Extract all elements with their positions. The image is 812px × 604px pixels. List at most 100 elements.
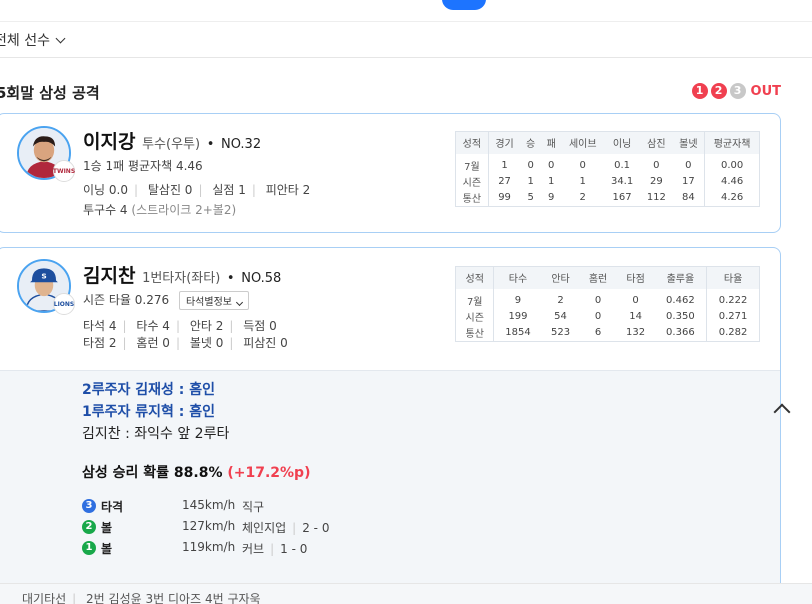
table-cell: 2 <box>557 294 564 306</box>
pitch-type: 커브 <box>242 542 265 556</box>
batter-season-avg: 시즌 타율 0.276 <box>83 293 170 307</box>
pitcher-name-line: 이지강 투수(우투) • NO.32 <box>83 131 262 153</box>
table-row: 시즌 199 54 0 14 0.350 0.271 <box>456 307 760 325</box>
table-cell: 0 <box>594 294 602 306</box>
table-cell: 4.46 <box>704 172 760 190</box>
pitch-type-line: 체인지업 | 2 - 0 <box>242 521 330 535</box>
chevron-down-icon <box>55 33 66 43</box>
table-cell: 1 <box>548 175 555 187</box>
table-cell: 0.00 <box>704 153 760 173</box>
inning-tab-bar <box>0 0 812 22</box>
table-header: 패 <box>540 131 562 154</box>
player-filter-label: 전체 선수 <box>0 33 50 49</box>
win-probability-delta: (+17.2%p) <box>227 465 311 481</box>
batter-game-line-1: 타석 4 | 타수 4 | 안타 2 | 득점 0 <box>83 319 277 333</box>
out-label: OUT <box>750 83 781 99</box>
pitcher-pitch-count: 투구수 4 (스트라이크 2+볼2) <box>83 201 236 218</box>
pitcher-position: 투수(우투) <box>142 137 201 152</box>
batter-bb: 볼넷 0 <box>189 336 224 350</box>
table-header: 출루율 <box>654 266 707 289</box>
table-cell: 99 <box>487 189 521 207</box>
table-cell: 시즌 <box>465 312 484 324</box>
pitch-result: 볼 <box>101 521 113 535</box>
batter-stats-table: 성적 타수 안타 홈런 타점 출루율 타율 7월 9 2 0 0 0.462 0… <box>455 266 760 342</box>
table-header: 타율 <box>706 266 760 289</box>
pitch-number-badge: 3 <box>82 499 96 513</box>
batter-game-line-2: 타점 2 | 홈런 0 | 볼넷 0 | 피삼진 0 <box>83 336 288 350</box>
pitcher-card: TWINS 이지강 투수(우투) • NO.32 1승 1패 평균자책 4.46… <box>0 113 781 233</box>
pitcher-number: NO.32 <box>220 137 262 152</box>
table-cell: 0 <box>594 310 602 322</box>
pitch-row: 3 타격 145km/h 직구 <box>82 498 382 516</box>
table-cell: 1 <box>527 175 534 187</box>
table-cell: 2 <box>579 192 586 204</box>
batter-number: NO.58 <box>241 271 282 286</box>
table-cell: 112 <box>646 192 666 204</box>
table-header: 승 <box>520 131 541 154</box>
pitch-speed: 119km/h <box>182 540 236 554</box>
out-count: 1 2 3 OUT <box>691 83 781 99</box>
table-cell: 34.1 <box>610 175 634 187</box>
team-logo-icon: TWINS <box>53 160 75 182</box>
pitcher-runs: 실점 1 <box>212 183 246 197</box>
pitch-count: 2 - 0 <box>302 521 330 535</box>
table-cell: 0 <box>685 159 692 171</box>
player-filter-bar: 전체 선수 <box>0 22 812 58</box>
pitch-row: 1 볼 119km/h 커브 | 1 - 0 <box>82 540 382 558</box>
svg-text:S: S <box>41 272 46 281</box>
batter-ab: 타수 4 <box>136 319 170 333</box>
pitch-count: 투구수 4 <box>83 203 128 217</box>
table-cell: 통산 <box>465 329 484 341</box>
table-cell: 0.271 <box>706 307 760 325</box>
team-logo-icon: LIONS <box>53 293 75 315</box>
table-cell: 0 <box>653 159 660 171</box>
table-cell: 14 <box>629 310 642 322</box>
table-header-row: 성적 경기 승 패 세이브 이닝 삼진 볼넷 평균자책 <box>455 131 760 154</box>
table-header: 성적 <box>455 131 489 154</box>
table-cell: 시즌 <box>462 177 482 189</box>
on-deck-label: 대기타선 <box>22 592 67 604</box>
table-cell: 0.1 <box>614 159 631 171</box>
table-row: 통산 99 5 9 2 167 112 84 4.26 <box>456 189 760 207</box>
pitch-number-badge: 1 <box>82 541 96 555</box>
table-header: 경기 <box>487 131 521 154</box>
table-cell: 0.366 <box>666 327 695 339</box>
on-deck-bar: 대기타선 | 2번 김성윤 3번 디아즈 4번 구자욱 <box>0 583 812 604</box>
table-header: 삼진 <box>640 131 673 154</box>
table-header: 타점 <box>616 266 655 289</box>
pitch-type: 체인지업 <box>242 521 287 535</box>
pitch-speed: 145km/h <box>182 498 236 512</box>
table-header: 홈런 <box>579 266 617 289</box>
table-cell: 9 <box>548 192 555 204</box>
table-cell: 27 <box>487 172 521 190</box>
table-cell: 1 <box>487 153 521 173</box>
table-row: 시즌 27 1 1 1 34.1 29 17 4.46 <box>456 172 760 190</box>
batter-position: 1번타자(좌타) <box>142 271 221 286</box>
table-cell: 9 <box>493 288 542 308</box>
table-cell: 29 <box>649 175 663 187</box>
win-probability: 삼성 승리 확률 88.8% (+17.2%p) <box>82 462 310 482</box>
table-header: 평균자책 <box>704 131 760 154</box>
table-cell: 167 <box>612 192 632 204</box>
pitch-count: 1 - 0 <box>280 542 308 556</box>
pitcher-stats-table: 성적 경기 승 패 세이브 이닝 삼진 볼넷 평균자책 7월 1 0 0 0 0… <box>455 131 760 207</box>
at-bat-info-label: 타석별정보 <box>185 297 232 308</box>
table-cell: 7월 <box>466 296 483 308</box>
runner-result: 1루주자 류지혁 : 홈인 <box>82 404 216 420</box>
pitch-type-line: 직구 <box>242 498 264 515</box>
table-row: 7월 9 2 0 0 0.462 0.222 <box>456 288 760 308</box>
player-filter-dropdown[interactable]: 전체 선수 <box>0 30 66 50</box>
chevron-down-icon <box>236 298 244 307</box>
table-cell: 0 <box>632 294 639 306</box>
table-header: 타수 <box>493 266 542 289</box>
table-cell: 199 <box>493 307 542 325</box>
pitcher-innings: 이닝 0.0 <box>83 183 128 197</box>
on-deck-player: 2번 김성윤 <box>86 592 142 604</box>
at-bat-info-dropdown[interactable]: 타석별정보 <box>178 291 250 310</box>
table-cell: 523 <box>551 327 571 339</box>
pitcher-hits: 피안타 2 <box>265 183 311 197</box>
table-cell: 0 <box>579 159 586 171</box>
pitch-type: 직구 <box>242 500 265 514</box>
table-header: 볼넷 <box>672 131 705 154</box>
inning-tab-active[interactable] <box>442 0 486 10</box>
